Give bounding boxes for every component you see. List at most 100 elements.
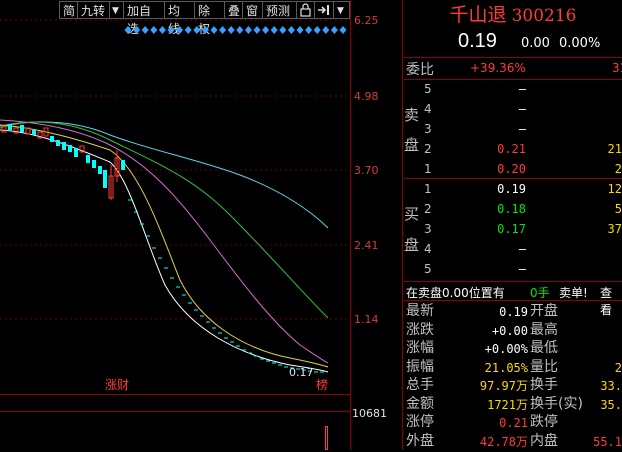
price-label-2: 4.98 (354, 90, 379, 103)
sell-row[interactable]: 3– (404, 120, 622, 139)
price-label-4: 2.41 (354, 239, 379, 252)
stat-label: 涨幅 (406, 340, 434, 356)
buy-price: – (518, 242, 526, 256)
stat-row: 涨幅 +0.00% 最低 (404, 339, 622, 357)
price-change: 0.00 (521, 36, 550, 51)
sell-price: – (518, 122, 526, 136)
buy-row[interactable]: 4– (404, 240, 622, 259)
stat-value: 21.05% (484, 360, 528, 375)
kline-chart[interactable] (0, 0, 350, 400)
ma60-line (0, 121, 329, 229)
stat-row: 最新 0.19 开盘 (404, 302, 622, 320)
stat-value: +0.00% (484, 342, 528, 356)
stat-value-2: 35. (600, 397, 622, 412)
event-tag-left[interactable]: 涨财 (105, 376, 129, 393)
event-tag-right[interactable]: 榜 (316, 376, 328, 393)
stat-label-2: 最高 (530, 321, 558, 338)
sell-level: 4 (424, 102, 432, 116)
stat-value: 0.21 (499, 416, 528, 430)
stat-value-2: 55.1 (593, 434, 622, 449)
divider (404, 300, 622, 301)
stock-name: 千山退 (449, 4, 507, 26)
stat-label: 涨停 (406, 414, 434, 430)
divider (404, 178, 622, 179)
stat-row: 涨停 0.21 跌停 (404, 413, 622, 431)
buy-level: 5 (424, 262, 432, 276)
sell-row[interactable]: 1 0.20 2 (404, 160, 622, 179)
sell-level: 3 (424, 122, 432, 136)
stat-row: 振幅 21.05% 量比 2 (404, 358, 622, 376)
weibi-diff: 31 (612, 61, 622, 75)
volume-max-label: 10681 (352, 407, 387, 420)
divider (404, 281, 622, 282)
sell-level: 5 (424, 82, 432, 96)
stat-label: 外盘 (406, 432, 434, 449)
current-price: 0.19 (458, 30, 497, 52)
stat-label-2: 换手(实) (530, 395, 583, 412)
buy-level: 1 (424, 182, 432, 196)
stat-row: 外盘 42.78万 内盘 55.1 (404, 432, 622, 450)
stat-label: 总手 (406, 377, 434, 393)
stat-label-2: 跌停 (530, 414, 558, 430)
buy-row[interactable]: 3 0.17 37 (404, 220, 622, 239)
buy-price: 0.18 (497, 202, 526, 216)
stat-row: 涨跌 +0.00 最高 (404, 321, 622, 339)
stat-row: 总手 97.97万 换手 33. (404, 376, 622, 394)
stat-label-2: 内盘 (530, 432, 558, 449)
candles (1, 124, 125, 200)
stat-label-2: 换手 (530, 377, 558, 393)
notice-qty: 0手 (530, 286, 550, 300)
panel-divider (402, 0, 403, 450)
sell-row[interactable]: 2 0.21 21 (404, 140, 622, 159)
sell-level: 1 (424, 162, 432, 176)
price-label-1: 6.25 (354, 14, 379, 27)
stat-label-2: 开盘 (530, 303, 558, 319)
price-label-3: 3.70 (354, 164, 379, 177)
weibi-label: 委比 (406, 62, 434, 78)
buy-row[interactable]: 1 0.19 12 (404, 180, 622, 199)
stock-title: 千山退 300216 (404, 0, 622, 30)
buy-level: 3 (424, 222, 432, 236)
ma10-line (0, 124, 329, 368)
sell-level: 2 (424, 142, 432, 156)
stat-label-2: 量比 (530, 358, 558, 375)
divider (404, 57, 622, 58)
sell-row[interactable]: 5– (404, 80, 622, 99)
stat-value: 42.78万 (479, 434, 528, 449)
sell-volume: 2 (614, 162, 622, 176)
sell-price: 0.21 (497, 142, 526, 156)
buy-price: – (518, 262, 526, 276)
notice-sell: 卖单! (559, 286, 588, 300)
stat-value: 1721万 (487, 397, 528, 412)
volume-bar (325, 426, 328, 450)
stat-label-2: 最低 (530, 340, 558, 356)
buy-price: 0.17 (497, 222, 526, 236)
sell-volume: 21 (607, 142, 622, 156)
quote-panel: 千山退 300216 0.19 0.00 0.00% 委比 +39.36% 31… (404, 0, 622, 450)
stat-label: 金额 (406, 395, 434, 412)
sell-row[interactable]: 4– (404, 100, 622, 119)
price-change-pct: 0.00% (559, 36, 601, 51)
stat-value: 0.19 (499, 305, 528, 319)
buy-row[interactable]: 2 0.18 5 (404, 200, 622, 219)
notice-text: 在卖盘0.00位置有 (406, 286, 505, 300)
stat-value: 97.97万 (479, 379, 528, 393)
stat-label: 振幅 (406, 358, 434, 375)
sell-price: 0.20 (497, 162, 526, 176)
buy-price: 0.19 (497, 182, 526, 196)
stat-row: 金额 1721万 换手(实) 35. (404, 395, 622, 413)
stat-value-2: 33. (600, 379, 622, 393)
stat-label: 最新 (406, 303, 434, 319)
stock-code: 300216 (511, 6, 577, 26)
weibi-value: +39.36% (470, 61, 526, 75)
buy-level: 4 (424, 242, 432, 256)
stat-label: 涨跌 (406, 321, 434, 338)
buy-row[interactable]: 5– (404, 260, 622, 279)
last-price-tag: 0.17 (289, 366, 314, 379)
stat-value-2: 2 (614, 360, 622, 375)
ma20-line (0, 119, 329, 364)
buy-volume: 37 (607, 222, 622, 236)
sell-price: – (518, 82, 526, 96)
limit-down-dashes (128, 199, 324, 373)
stat-value: +0.00 (491, 323, 528, 338)
